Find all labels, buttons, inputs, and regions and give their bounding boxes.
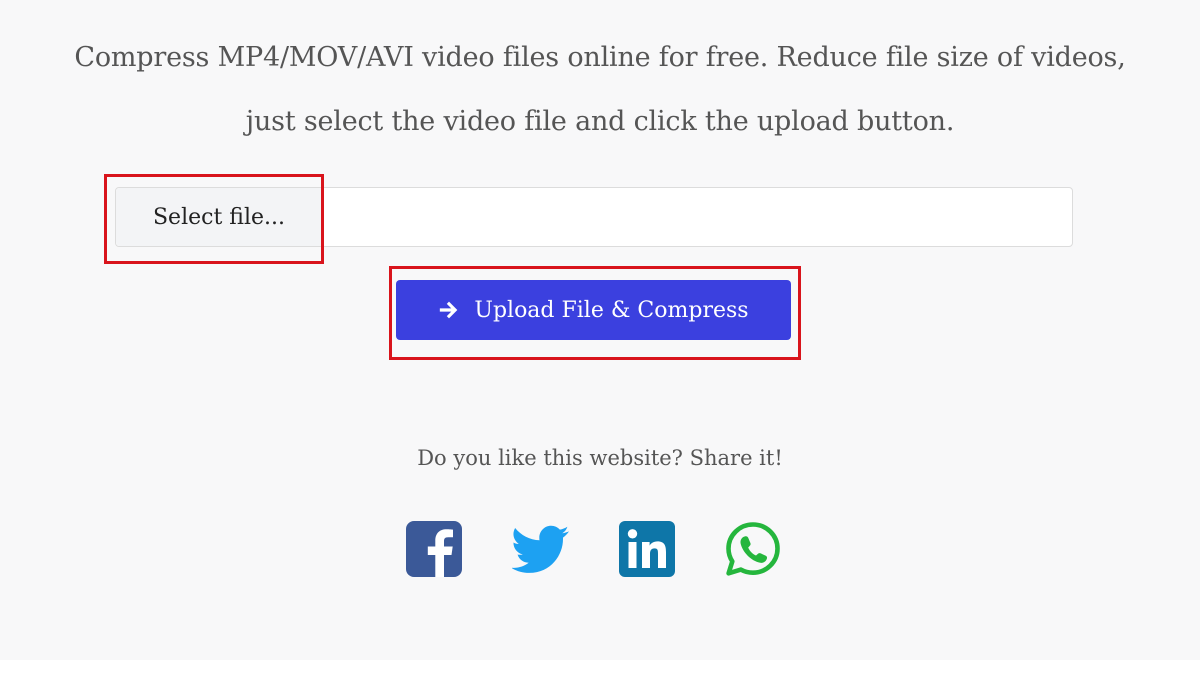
intro-text: Compress MP4/MOV/AVI video files online … bbox=[0, 26, 1200, 154]
linkedin-icon[interactable] bbox=[618, 520, 676, 578]
file-input-group: Select file... bbox=[115, 187, 1073, 247]
file-name-field[interactable] bbox=[323, 188, 1072, 246]
intro-line-1: Compress MP4/MOV/AVI video files online … bbox=[74, 42, 1126, 73]
page-background: Compress MP4/MOV/AVI video files online … bbox=[0, 0, 1200, 660]
whatsapp-icon[interactable] bbox=[724, 520, 782, 578]
facebook-icon[interactable] bbox=[405, 520, 463, 578]
upload-compress-button[interactable]: Upload File & Compress bbox=[396, 280, 791, 340]
twitter-icon[interactable] bbox=[512, 520, 570, 578]
share-prompt: Do you like this website? Share it! bbox=[417, 446, 783, 470]
select-file-button[interactable]: Select file... bbox=[116, 188, 323, 246]
intro-line-2: just select the video file and click the… bbox=[245, 106, 955, 137]
upload-button-label: Upload File & Compress bbox=[474, 297, 749, 323]
arrow-right-icon bbox=[438, 299, 460, 321]
